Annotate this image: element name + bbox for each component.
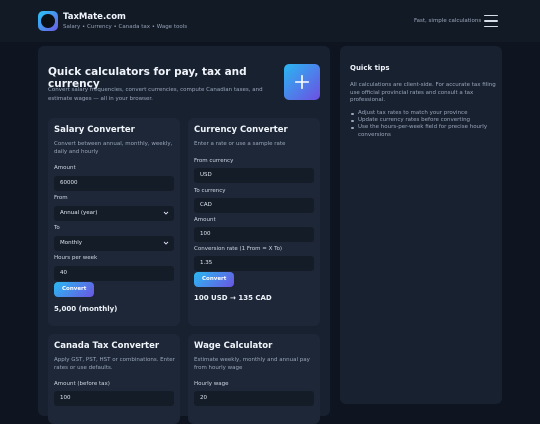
salary-from-value: Annual (year) <box>60 210 98 216</box>
salary-to-value: Monthly <box>60 240 83 246</box>
tip-item: Adjust tax rates to match your province <box>350 110 500 117</box>
currency-converter-card: Currency Converter Enter a rate or use a… <box>188 118 320 326</box>
wage-calculator-card: Wage Calculator Estimate weekly, monthly… <box>188 334 320 424</box>
logo-mark-icon[interactable] <box>38 11 58 31</box>
top-header: TaxMate.com Salary • Currency • Canada t… <box>0 0 540 42</box>
plus-icon <box>284 64 320 100</box>
salary-card-desc: Convert between annual, monthly, weekly,… <box>54 141 173 155</box>
header-tagline: Fast, simple calculations <box>414 18 482 24</box>
tip-text: Adjust tax rates to match your province <box>358 110 468 116</box>
salary-convert-button[interactable]: Convert <box>54 282 95 297</box>
brand-title[interactable]: TaxMate.com <box>63 12 126 22</box>
currency-card-title: Currency Converter <box>194 125 288 135</box>
currency-to-label: To currency <box>194 188 226 194</box>
tax-amount-input[interactable]: 100 <box>54 391 174 406</box>
currency-amount-label: Amount <box>194 217 216 223</box>
currency-from-input[interactable]: USD <box>194 168 314 183</box>
currency-convert-button[interactable]: Convert <box>194 272 235 287</box>
salary-from-select[interactable]: Annual (year) <box>54 206 174 221</box>
salary-result: 5,000 (monthly) <box>54 305 118 313</box>
tax-card-title: Canada Tax Converter <box>54 341 160 351</box>
brand-subtitle: Salary • Currency • Canada tax • Wage to… <box>63 24 188 30</box>
salary-from-label: From <box>54 195 68 201</box>
salary-card-title: Salary Converter <box>54 125 135 135</box>
currency-to-input[interactable]: CAD <box>194 198 314 213</box>
salary-hours-input[interactable]: 40 <box>54 266 174 281</box>
tip-text: Update currency rates before converting <box>358 117 471 124</box>
salary-to-select[interactable]: Monthly <box>54 236 174 251</box>
hamburger-menu-icon[interactable] <box>484 14 498 28</box>
chevron-down-icon <box>163 211 169 215</box>
salary-converter-card: Salary Converter Convert between annual,… <box>48 118 180 326</box>
hero-subtitle: Convert salary frequencies, convert curr… <box>48 87 263 102</box>
quick-tips-title: Quick tips <box>350 64 390 72</box>
quick-tips-paragraph: All calculations are client-side. For ac… <box>350 82 496 103</box>
salary-amount-input[interactable]: 60000 <box>54 176 174 191</box>
currency-from-label: From currency <box>194 158 234 164</box>
quick-tips-list: Adjust tax rates to match your province … <box>350 110 500 139</box>
chevron-down-icon <box>163 241 169 245</box>
tax-amount-label: Amount (before tax) <box>54 381 110 387</box>
tax-card-desc: Apply GST, PST, HST or combinations. Ent… <box>54 357 175 371</box>
wage-hourly-input[interactable]: 20 <box>194 391 314 406</box>
tip-item: Update currency rates before converting <box>350 117 500 124</box>
canada-tax-card: Canada Tax Converter Apply GST, PST, HST… <box>48 334 180 424</box>
salary-to-label: To <box>54 225 60 231</box>
currency-card-desc: Enter a rate or use a sample rate <box>194 141 286 147</box>
wage-card-desc: Estimate weekly, monthly and annual pay … <box>194 357 310 371</box>
quick-tips-panel: Quick tips All calculations are client-s… <box>340 46 502 404</box>
tip-item: Use the hours-per-week field for precise… <box>350 124 500 138</box>
tip-text: Use the hours-per-week field for precise… <box>358 124 488 138</box>
currency-result: 100 USD → 135 CAD <box>194 294 272 302</box>
wage-hourly-label: Hourly wage <box>194 381 229 387</box>
currency-amount-input[interactable]: 100 <box>194 227 314 242</box>
main-panel: Quick calculators for pay, tax and curre… <box>38 46 330 424</box>
wage-card-title: Wage Calculator <box>194 341 273 351</box>
salary-amount-label: Amount <box>54 165 76 171</box>
currency-rate-label: Conversion rate (1 From = X To) <box>194 246 283 252</box>
salary-hours-label: Hours per week <box>54 255 98 261</box>
currency-rate-input[interactable]: 1.35 <box>194 256 314 271</box>
